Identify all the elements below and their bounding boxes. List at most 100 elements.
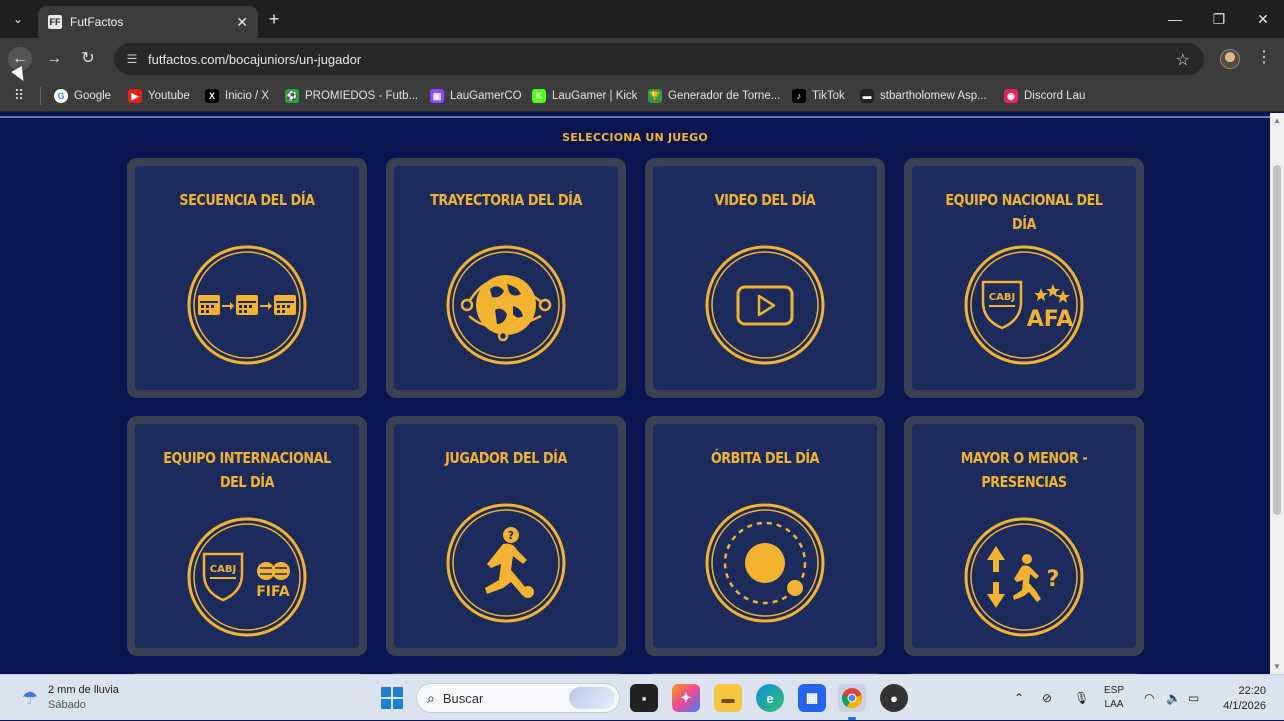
microphone-icon[interactable]: 🎙 [1074,675,1089,721]
new-tab-button[interactable]: + [264,9,284,29]
bookmark-item[interactable]: ⚽ PROMIEDOS - Futb... [285,86,418,106]
bookmark-item[interactable]: K LauGamer | Kick [532,86,637,106]
kick-icon: K [532,89,546,103]
svg-text:FIFA: FIFA [256,584,290,600]
mystery-player-icon: ? [446,503,566,623]
clock-time: 22:20 [1238,685,1266,697]
search-highlight-image [569,687,615,709]
card-title: EQUIPO INTERNACIONAL DEL DÍA [163,449,331,491]
world-trajectory-icon [446,245,566,365]
search-icon: ⌕ [427,689,435,706]
camera-off-icon[interactable]: ⊘ [1042,675,1052,721]
scrollbar-thumb[interactable] [1273,165,1281,515]
game-card-mayor-menor[interactable]: MAYOR O MENOR - PRESENCIAS ? [904,416,1144,656]
battery-icon[interactable]: ▭ [1188,675,1199,721]
taskbar-search[interactable]: ⌕ Buscar [416,683,620,713]
futfactos-favicon-icon: FF [48,15,62,29]
edge-icon[interactable]: e [756,684,784,712]
google-icon: G [54,89,68,103]
game-card-video[interactable]: VIDEO DEL DÍA [645,158,885,398]
menu-kebab-icon[interactable]: ⋮ [1254,47,1274,67]
apps-grid-icon[interactable]: ⠿ [10,86,28,104]
bookmark-star-icon[interactable]: ☆ [1176,50,1190,70]
reload-button[interactable]: ↻ [76,47,100,71]
taskbar-clock[interactable]: 22:20 4/1/2026 [1214,684,1266,714]
trophy-icon: 🏆 [648,89,662,103]
futfactos-page: SELECCIONA UN JUEGO SECUENCIA DEL DÍA TR… [0,113,1270,674]
tiktok-icon: ♪ [792,89,806,103]
card-title: VIDEO DEL DÍA [714,191,816,209]
game-card-jugador[interactable]: JUGADOR DEL DÍA ? [386,416,626,656]
bookmark-item[interactable]: ▶ Youtube [128,86,190,106]
card-title: SECUENCIA DEL DÍA [179,191,315,209]
microsoft-store-icon[interactable]: ▦ [798,684,826,712]
tab-close-icon[interactable]: ✕ [236,14,248,31]
bookmark-icon: ▬ [860,89,874,103]
minimize-button[interactable]: — [1160,9,1190,29]
bookmark-label: LauGamerCO [450,90,522,102]
chrome-icon[interactable] [838,684,866,712]
game-card-orbita[interactable]: ÓRBITA DEL DÍA [645,416,885,656]
bookmark-label: Youtube [148,90,190,102]
svg-text:?: ? [508,529,514,542]
card-title: TRAYECTORIA DEL DÍA [430,191,582,209]
game-card-secuencia[interactable]: SECUENCIA DEL DÍA [127,158,367,398]
bookmark-label: Discord Lau [1024,90,1086,102]
task-view-icon[interactable]: ▪ [630,684,658,712]
bookmark-item[interactable]: ▣ LauGamerCO [430,86,522,106]
close-window-button[interactable]: ✕ [1248,9,1278,29]
bookmark-label: Generador de Torne... [668,90,781,102]
game-card-trayectoria[interactable]: TRAYECTORIA DEL DÍA [386,158,626,398]
bookmark-label: Google [74,90,112,102]
scroll-down-arrow-icon[interactable]: ▼ [1270,660,1284,674]
bookmark-item[interactable]: ▬ stbartholomew Asp... [860,86,987,106]
copilot-icon[interactable]: ✦ [672,684,700,712]
tab-title: FutFactos [70,15,124,29]
card-title: MAYOR O MENOR - PRESENCIAS [960,449,1088,491]
game-card-equipo-nacional[interactable]: EQUIPO NACIONAL DEL DÍA CABJ AFA [904,158,1144,398]
tab-strip: ⌄ FF FutFactos ✕ + — ❐ ✕ [0,0,1284,38]
x-icon: X [205,89,219,103]
higher-lower-icon: ? [964,517,1084,637]
svg-text:CABJ: CABJ [210,564,236,575]
bookmark-item[interactable]: G Google [54,86,111,106]
file-explorer-icon[interactable]: ▬ [714,684,742,712]
wifi-icon[interactable]: ◠ [1144,675,1154,721]
scroll-up-arrow-icon[interactable]: ▲ [1270,114,1284,128]
youtube-icon: ▶ [128,89,142,103]
calendar-sequence-icon [187,245,307,365]
profile-avatar[interactable] [1220,49,1240,69]
bookmark-label: PROMIEDOS - Futb... [305,90,419,102]
search-placeholder: Buscar [442,690,484,706]
weather-summary: 2 mm de lluvia [48,684,119,696]
bookmark-item[interactable]: ♪ TikTok [792,86,845,106]
video-play-icon [705,245,825,365]
card-title: JUGADOR DEL DÍA [445,449,567,467]
tab-search-button[interactable]: ⌄ [6,7,30,31]
obs-icon[interactable]: ● [880,684,908,712]
header-divider [0,116,1270,118]
language-indicator[interactable]: ESP LAA [1104,684,1124,712]
bookmark-item[interactable]: X Inicio / X [205,86,269,106]
orbit-icon [705,503,825,623]
game-card-equipo-internacional[interactable]: EQUIPO INTERNACIONAL DEL DÍA CABJ FIFA [127,416,367,656]
promiedos-icon: ⚽ [285,89,299,103]
weather-widget[interactable]: ☂ 2 mm de lluvia Sábado [18,683,119,713]
restore-button[interactable]: ❐ [1204,9,1234,29]
windows-taskbar: ☂ 2 mm de lluvia Sábado ⌕ Buscar ▪ ✦ ▬ e… [0,674,1284,720]
bookmark-item[interactable]: 🏆 Generador de Torne... [648,86,780,106]
twitch-icon: ▣ [430,89,444,103]
svg-text:CABJ: CABJ [989,292,1015,303]
bookmark-item[interactable]: ◉ Discord Lau [1004,86,1085,106]
bookmarks-divider [40,87,41,105]
bookmark-label: Inicio / X [225,90,270,102]
volume-icon[interactable]: 🔈 [1166,675,1181,721]
tab-futfactos[interactable]: FF FutFactos ✕ [38,6,258,38]
cabj-afa-icon: CABJ AFA [964,245,1084,365]
windows-start-icon[interactable] [380,686,404,710]
address-bar[interactable]: ☰ futfactos.com/bocajuniors/un-jugador ☆ [114,43,1204,75]
forward-button[interactable]: → [42,47,66,71]
show-hidden-icons-chevron-icon[interactable]: ⌃ [1014,675,1024,721]
site-info-icon[interactable]: ☰ [124,51,140,67]
rain-umbrella-icon: ☂ [21,688,39,708]
